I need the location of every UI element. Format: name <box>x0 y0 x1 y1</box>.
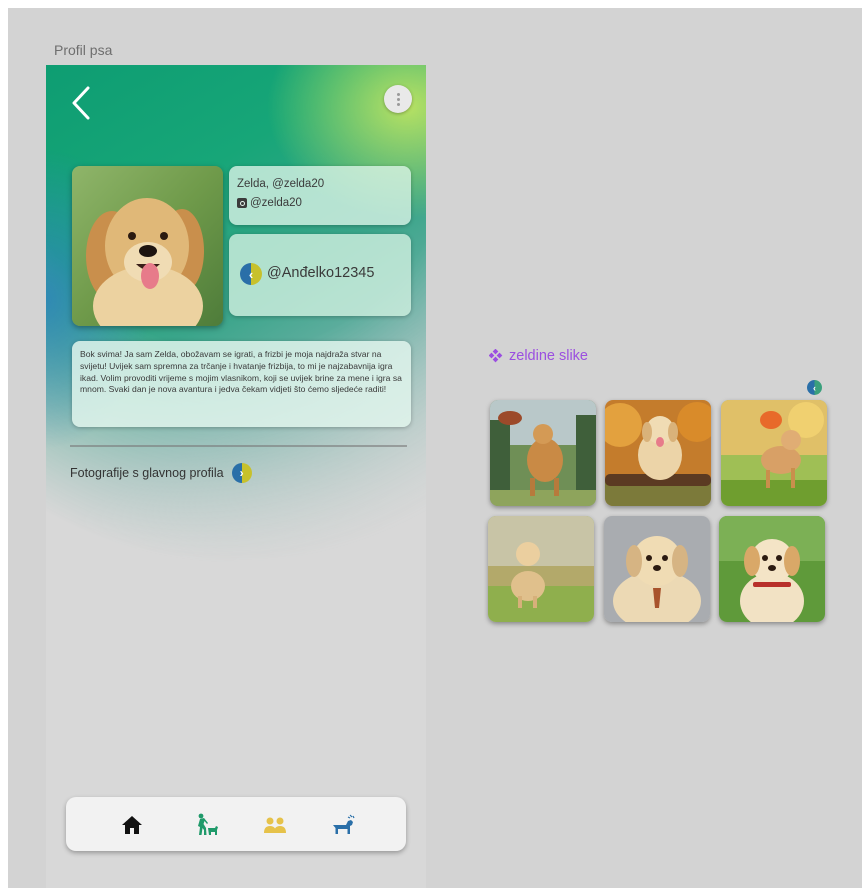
instagram-icon <box>237 198 247 208</box>
nav-group[interactable] <box>262 813 286 837</box>
diamond-icon <box>489 349 503 363</box>
bottom-nav <box>66 797 406 851</box>
dog-on-log-image <box>605 400 711 506</box>
gallery-photo-1[interactable] <box>490 400 596 506</box>
more-options-button[interactable] <box>384 85 412 113</box>
gallery-photo-4[interactable] <box>488 516 594 622</box>
dog-avatar <box>72 166 223 326</box>
puppy-with-tie-image <box>604 516 710 622</box>
photos-link-label: Fotografije s glavnog profila <box>70 466 224 480</box>
gallery-photo-6[interactable] <box>719 516 825 622</box>
group-icon <box>264 817 286 833</box>
instagram-label: @zelda20 <box>250 197 302 209</box>
home-icon <box>122 816 142 834</box>
dog-name-handle: Zelda, @zelda20 <box>237 178 325 190</box>
dog-icon <box>333 814 355 834</box>
walk-dog-icon <box>198 813 218 835</box>
instagram-handle[interactable]: @zelda20 <box>237 197 302 209</box>
main-profile-photos-link[interactable]: Fotografije s glavnog profila › <box>70 463 252 483</box>
bio-text: Bok svima! Ja sam Zelda, obožavam se igr… <box>80 349 402 395</box>
dog-jumping-frisbee-image <box>721 400 827 506</box>
nav-dog[interactable] <box>330 813 355 837</box>
divider <box>70 445 407 447</box>
gallery-title-label: zeldine slike <box>509 348 588 364</box>
back-button[interactable] <box>68 85 98 121</box>
puppy-with-collar-image <box>719 516 825 622</box>
chevron-left-circle-icon: ‹ <box>240 263 262 285</box>
dog-catching-frisbee-image <box>490 400 596 506</box>
gallery-back-button[interactable]: ‹ <box>807 380 822 395</box>
gallery-title: zeldine slike <box>489 348 588 364</box>
owner-card[interactable]: ‹ @Anđelko12345 <box>229 234 411 316</box>
gallery-photo-3[interactable] <box>721 400 827 506</box>
chevron-right-circle-icon: › <box>231 463 252 483</box>
phone-screen: Zelda, @zelda20 @zelda20 ‹ @Anđelko12345… <box>46 65 426 888</box>
nav-home[interactable] <box>120 813 144 837</box>
gallery-photo-2[interactable] <box>605 400 711 506</box>
puppy-in-grass-image <box>488 516 594 622</box>
chevron-left-icon <box>72 86 90 120</box>
bio-card: Bok svima! Ja sam Zelda, obožavam se igr… <box>72 341 411 427</box>
nav-walk[interactable] <box>194 813 218 837</box>
gallery-photo-5[interactable] <box>604 516 710 622</box>
dog-info-card: Zelda, @zelda20 @zelda20 <box>229 166 411 225</box>
owner-handle: @Anđelko12345 <box>267 265 375 281</box>
frame-title: Profil psa <box>54 42 113 58</box>
